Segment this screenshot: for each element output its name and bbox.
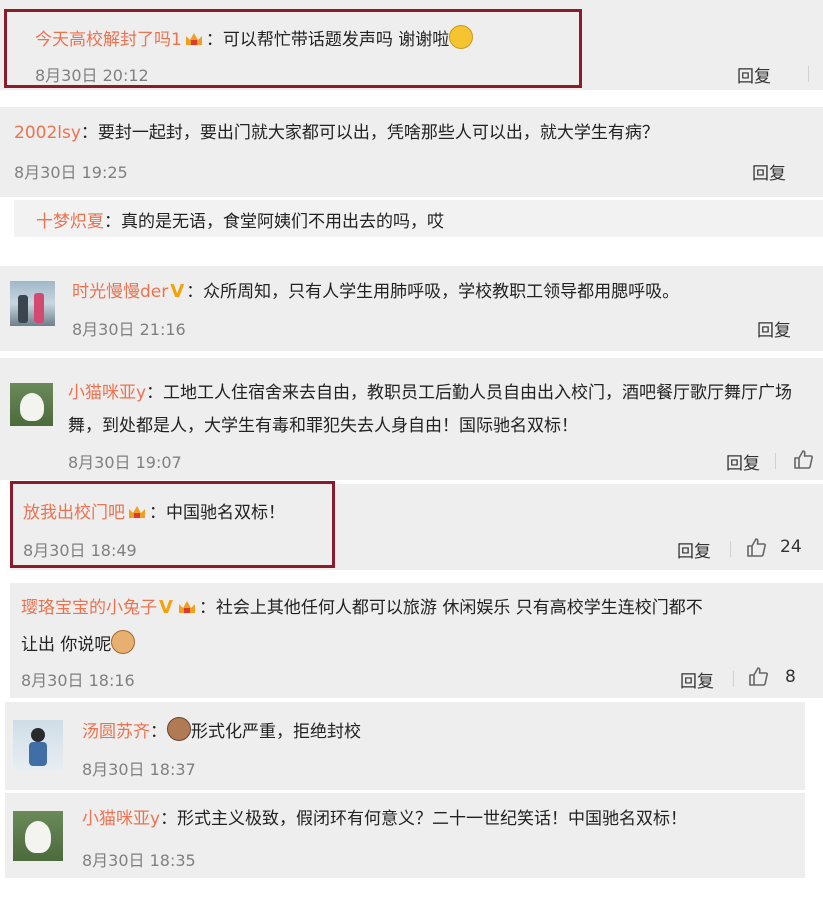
reply-button[interactable]: 回复 [752, 159, 786, 184]
highlight-box [4, 9, 582, 88]
comment-time: 8月30日 18:35 [82, 851, 196, 870]
username-link[interactable]: 时光慢慢der [72, 282, 168, 302]
thumbs-up-icon[interactable] [747, 665, 769, 687]
comment-text: ：真的是无语，食堂阿姨们不用出去的吗，哎 [104, 212, 444, 232]
like-count: 8 [785, 667, 796, 687]
comment-block: 小猫咪亚y：工地工人住宿舍来去自由，教职员工后勤人员自由出入校门，酒吧餐厅歌厅舞… [0, 358, 823, 480]
divider [775, 453, 776, 469]
username-link[interactable]: 十梦炽夏 [36, 212, 104, 232]
comment-text: ：形式主义极致，假闭环有何意义？二十一世纪笑话！中国驰名双标！ [160, 809, 688, 829]
user-avatar[interactable] [13, 811, 63, 861]
comment-line-continued: 舞，到处都是人，大学生有毒和罪犯失去人身自由！国际驰名双标！ [68, 416, 578, 436]
like-count: 24 [780, 537, 802, 557]
comment-time: 8月30日 19:25 [14, 163, 128, 182]
reply-button[interactable]: 回复 [677, 537, 711, 562]
sub-comment-block: 十梦炽夏：真的是无语，食堂阿姨们不用出去的吗，哎 [14, 200, 823, 237]
reply-button[interactable]: 回复 [757, 316, 791, 341]
highlight-box [10, 481, 335, 568]
comment-line: 小猫咪亚y：工地工人住宿舍来去自由，教职员工后勤人员自由出入校门，酒吧餐厅歌厅舞… [68, 382, 792, 404]
username-link[interactable]: 小猫咪亚y [82, 809, 160, 829]
verified-v-icon: V [159, 597, 173, 618]
username-link[interactable]: 2002lsy [14, 123, 81, 143]
doge-emoji-icon [167, 717, 191, 741]
comment-line: 璎珞宝宝的小兔子 V ：社会上其他任何人都可以旅游 休闲娱乐 只有高校学生连校门都不 [21, 597, 703, 619]
comment-block: 时光慢慢der V ：众所周知，只有人学生用肺呼吸，学校教职工领导都用腮呼吸。 8月… [0, 266, 823, 351]
divider [730, 541, 731, 557]
comment-line: 小猫咪亚y：形式主义极致，假闭环有何意义？二十一世纪笑话！中国驰名双标！ [82, 808, 687, 830]
username-link[interactable]: 璎珞宝宝的小兔子 [21, 598, 157, 618]
comment-time: 8月30日 18:37 [82, 760, 196, 779]
comment-line-continued: 让出 你说呢 [21, 630, 136, 656]
divider [808, 66, 809, 82]
comment-text: ：社会上其他任何人都可以旅游 休闲娱乐 只有高校学生连校门都不 [198, 598, 703, 618]
comment-block: 璎珞宝宝的小兔子 V ：社会上其他任何人都可以旅游 休闲娱乐 只有高校学生连校门都不… [10, 583, 823, 698]
cat-emoji-icon [111, 630, 136, 654]
username-link[interactable]: 小猫咪亚y [68, 383, 146, 403]
thumbs-up-icon[interactable] [792, 448, 814, 470]
comment-text: 形式化严重，拒绝封校 [191, 722, 361, 742]
reply-button[interactable]: 回复 [737, 62, 771, 87]
comment-text: ：要封一起封，要出门就大家都可以出，凭啥那些人可以出，就大学生有病？ [80, 123, 659, 143]
comment-text-prefix: ： [150, 722, 167, 742]
user-avatar[interactable] [10, 281, 55, 326]
crown-icon [178, 601, 195, 613]
comment-block: 小猫咪亚y：形式主义极致，假闭环有何意义？二十一世纪笑话！中国驰名双标！ 8月3… [5, 793, 805, 878]
comment-text: 让出 你说呢 [21, 635, 112, 655]
comment-block: 2002lsy：要封一起封，要出门就大家都可以出，凭啥那些人可以出，就大学生有病… [0, 107, 823, 197]
comment-block: 汤圆苏齐： 形式化严重，拒绝封校 8月30日 18:37 [5, 702, 805, 790]
reply-button[interactable]: 回复 [680, 667, 714, 692]
divider [733, 671, 734, 687]
comment-line: 汤圆苏齐： 形式化严重，拒绝封校 [82, 717, 361, 743]
reply-button[interactable]: 回复 [726, 449, 760, 474]
comment-line: 时光慢慢der V ：众所周知，只有人学生用肺呼吸，学校教职工领导都用腮呼吸。 [72, 281, 679, 303]
comment-line: 十梦炽夏：真的是无语，食堂阿姨们不用出去的吗，哎 [36, 211, 444, 233]
thumbs-up-icon[interactable] [745, 536, 767, 558]
comment-time: 8月30日 21:16 [72, 320, 186, 339]
comment-time: 8月30日 19:07 [68, 453, 182, 472]
comment-line: 2002lsy：要封一起封，要出门就大家都可以出，凭啥那些人可以出，就大学生有病… [14, 122, 659, 144]
verified-v-icon: V [170, 281, 185, 302]
comment-time: 8月30日 18:16 [21, 671, 135, 690]
user-avatar[interactable] [13, 720, 63, 770]
user-avatar[interactable] [10, 383, 53, 426]
username-link[interactable]: 汤圆苏齐 [82, 722, 150, 742]
comment-text: ：工地工人住宿舍来去自由，教职员工后勤人员自由出入校门，酒吧餐厅歌厅舞厅广场 [146, 383, 793, 403]
comment-text: ：众所周知，只有人学生用肺呼吸，学校教职工领导都用腮呼吸。 [186, 282, 680, 302]
